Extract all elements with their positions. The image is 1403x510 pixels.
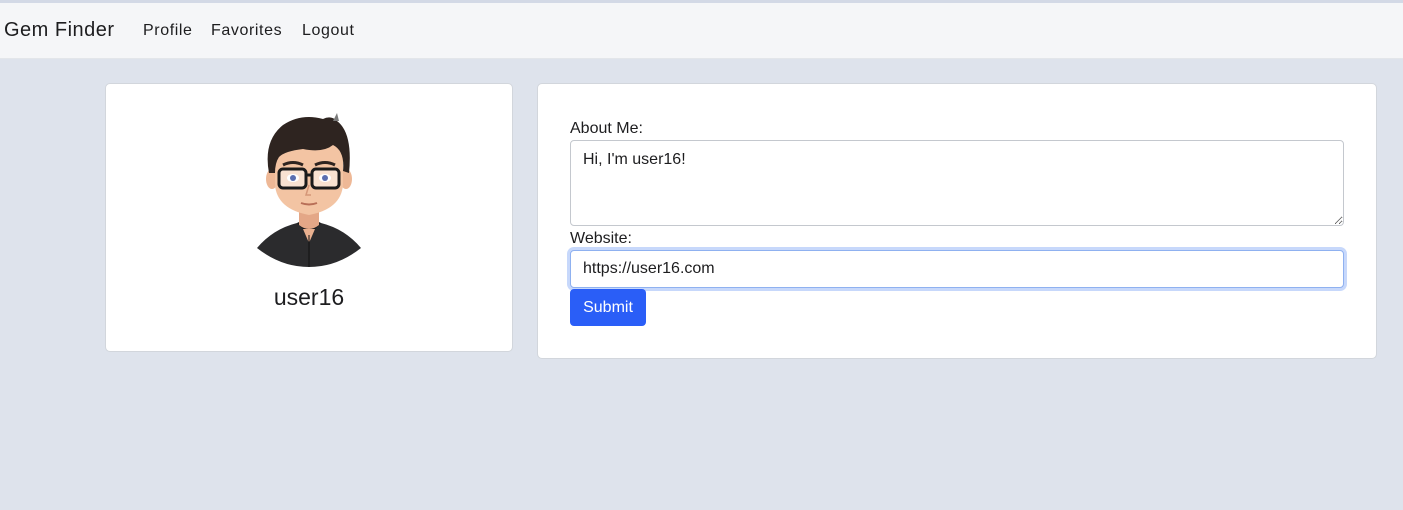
nav-link-logout[interactable]: Logout	[302, 22, 355, 40]
navbar: Gem Finder Profile Favorites Logout	[0, 3, 1403, 59]
avatar	[257, 113, 361, 267]
about-me-textarea[interactable]: Hi, I'm user16!	[570, 140, 1344, 226]
website-label: Website:	[570, 230, 632, 247]
nav-link-favorites[interactable]: Favorites	[211, 22, 282, 40]
profile-card: user16	[105, 83, 513, 352]
submit-button[interactable]: Submit	[570, 289, 646, 326]
profile-edit-form: About Me: Hi, I'm user16! Website: Submi…	[537, 83, 1377, 359]
about-me-label: About Me:	[570, 120, 643, 137]
profile-username: user16	[273, 284, 345, 310]
nav-link-profile[interactable]: Profile	[143, 22, 193, 40]
brand-logo-text[interactable]: Gem Finder	[4, 19, 115, 42]
website-input[interactable]	[570, 250, 1344, 288]
